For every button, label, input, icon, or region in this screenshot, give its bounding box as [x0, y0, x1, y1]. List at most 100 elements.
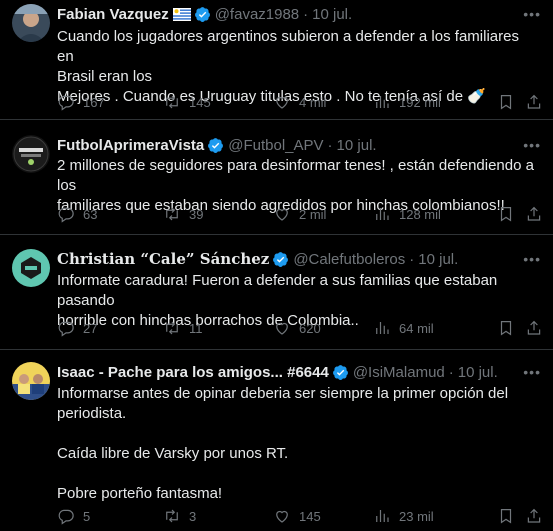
retweet-button[interactable]: 39 — [163, 205, 203, 223]
reply-icon — [58, 321, 74, 337]
share-button[interactable] — [525, 205, 543, 223]
author-name[interactable]: Fabian Vazquez — [57, 6, 169, 23]
reply-button[interactable]: 27 — [57, 319, 97, 337]
bookmark-button[interactable] — [497, 205, 515, 223]
views-button[interactable]: 192 mil — [373, 93, 441, 111]
tweet-text-line: Cuando los jugadores argentinos subieron… — [57, 28, 519, 65]
timeline: Fabian Vazquez @favaz1988 · 10 jul. ••• … — [0, 0, 553, 531]
tweet-date[interactable]: 10 jul. — [418, 251, 458, 268]
bookmark-button[interactable] — [497, 93, 515, 111]
author-name[interactable]: Isaac - Pache para los amigos... #6644 — [57, 364, 329, 381]
tweet-date[interactable]: 10 jul. — [312, 6, 352, 23]
tweet[interactable]: Fabian Vazquez @favaz1988 · 10 jul. ••• … — [0, 0, 553, 120]
tweet-text: Informarse antes de opinar deberia ser s… — [57, 384, 539, 504]
tweet-text-line: Caída libre de Varsky por unos RT. — [57, 445, 289, 462]
retweet-button[interactable]: 3 — [163, 507, 196, 525]
author-handle[interactable]: @IsiMalamud — [353, 364, 445, 381]
retweet-count: 39 — [189, 206, 204, 222]
retweet-icon — [166, 95, 178, 109]
reply-button[interactable]: 63 — [57, 205, 97, 223]
share-icon — [527, 508, 541, 523]
views-count: 23 mil — [399, 508, 434, 524]
views-count: 128 mil — [399, 206, 441, 222]
author-handle[interactable]: @Calefutboleros — [293, 251, 405, 268]
like-icon — [276, 510, 288, 523]
avatar[interactable] — [12, 249, 50, 287]
reply-count: 63 — [83, 206, 98, 222]
tweet[interactable]: Isaac - Pache para los amigos... #6644 @… — [0, 350, 553, 531]
separator-dot: · — [327, 136, 333, 154]
author-handle[interactable]: @Futbol_APV — [228, 137, 323, 154]
retweet-button[interactable]: 145 — [163, 93, 211, 111]
like-icon — [276, 322, 288, 335]
tweet-text-line: periodista. — [57, 405, 127, 422]
like-count: 2 mil — [299, 206, 327, 222]
uruguay-flag-icon — [172, 7, 191, 21]
share-button[interactable] — [525, 319, 543, 337]
like-button[interactable]: 2 mil — [273, 205, 326, 223]
retweet-icon — [166, 321, 178, 335]
tweet-text-line: Informarse antes de opinar deberia ser s… — [57, 385, 509, 402]
tweet-text-line: Brasil eran los — [57, 68, 153, 85]
tweet-header: FutbolAprimeraVista @Futbol_APV · 10 jul… — [57, 135, 543, 155]
verified-badge-icon — [194, 6, 211, 23]
views-count: 192 mil — [399, 94, 441, 110]
reply-count: 5 — [83, 508, 91, 524]
more-icon[interactable]: ••• — [523, 364, 541, 380]
reply-count: 167 — [83, 94, 105, 110]
retweet-count: 145 — [189, 94, 211, 110]
bookmark-button[interactable] — [497, 319, 515, 337]
retweet-count: 11 — [189, 320, 203, 336]
views-count: 64 mil — [399, 320, 434, 336]
more-icon[interactable]: ••• — [523, 137, 541, 153]
retweet-button[interactable]: 11 — [163, 319, 203, 337]
tweet[interactable]: Christian “Cale” Sánchez @Calefutboleros… — [0, 235, 553, 350]
reply-icon — [58, 207, 74, 223]
tweet-actions: 27 11 620 64 mil — [57, 319, 541, 339]
reply-button[interactable]: 5 — [57, 507, 90, 525]
share-button[interactable] — [525, 93, 543, 111]
verified-badge-icon — [207, 137, 224, 154]
tweet[interactable]: FutbolAprimeraVista @Futbol_APV · 10 jul… — [0, 120, 553, 235]
verified-badge-icon — [332, 364, 349, 381]
tweet-text-line: 2 millones de seguidores para desinforma… — [57, 157, 534, 194]
reply-icon — [58, 95, 74, 111]
tweet-text-line: Pobre porteño fantasma! — [57, 485, 223, 502]
tweet-text-line: Informate caradura! Fueron a defender a … — [57, 272, 498, 309]
more-icon[interactable]: ••• — [523, 251, 541, 267]
avatar[interactable] — [12, 4, 50, 42]
tweet-date[interactable]: 10 jul. — [337, 137, 377, 154]
tweet-header: Fabian Vazquez @favaz1988 · 10 jul. — [57, 4, 543, 24]
share-icon — [527, 320, 541, 335]
bookmark-icon — [500, 95, 512, 110]
tweet-actions: 167 145 4 mil 192 mil — [57, 93, 541, 113]
bookmark-button[interactable] — [497, 507, 515, 525]
like-button[interactable]: 145 — [273, 507, 321, 525]
reply-count: 27 — [83, 320, 98, 336]
views-button[interactable]: 64 mil — [373, 319, 434, 337]
views-icon — [376, 322, 389, 334]
tweet-actions: 5 3 145 23 mil — [57, 507, 541, 527]
retweet-count: 3 — [189, 508, 197, 524]
avatar[interactable] — [12, 362, 50, 400]
author-name[interactable]: Christian “Cale” Sánchez — [57, 250, 269, 268]
share-button[interactable] — [525, 507, 543, 525]
bookmark-icon — [500, 321, 512, 336]
more-icon[interactable]: ••• — [523, 6, 541, 22]
like-button[interactable]: 4 mil — [273, 93, 326, 111]
avatar[interactable] — [12, 135, 50, 173]
tweet-header: Christian “Cale” Sánchez @Calefutboleros… — [57, 249, 543, 269]
verified-badge-icon — [272, 251, 289, 268]
views-icon — [376, 96, 389, 108]
author-handle[interactable]: @favaz1988 — [215, 6, 299, 23]
reply-button[interactable]: 167 — [57, 93, 105, 111]
views-button[interactable]: 23 mil — [373, 507, 434, 525]
share-icon — [527, 94, 541, 109]
tweet-date[interactable]: 10 jul. — [458, 364, 498, 381]
like-icon — [276, 96, 288, 109]
like-button[interactable]: 620 — [273, 319, 321, 337]
author-name[interactable]: FutbolAprimeraVista — [57, 137, 204, 154]
views-icon — [376, 208, 389, 220]
tweet-actions: 63 39 2 mil 128 mil — [57, 205, 541, 225]
views-button[interactable]: 128 mil — [373, 205, 441, 223]
